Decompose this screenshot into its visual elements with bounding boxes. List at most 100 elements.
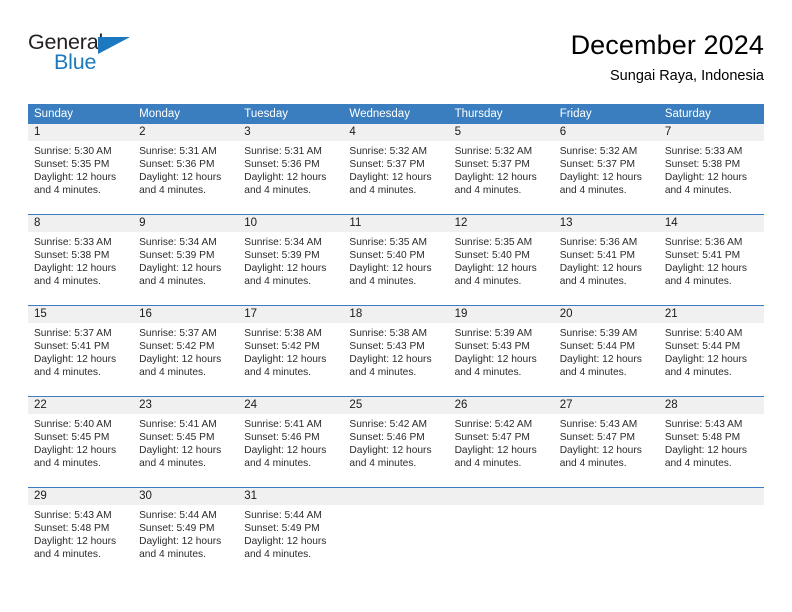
- day-cell[interactable]: Sunrise: 5:42 AM Sunset: 5:46 PM Daylight:…: [343, 414, 448, 487]
- date-number[interactable]: 23: [133, 397, 238, 414]
- daylight-text-line1: Daylight: 12 hours: [349, 263, 432, 275]
- sunrise-text: Sunrise: 5:40 AM: [34, 419, 112, 430]
- date-number[interactable]: 14: [659, 215, 764, 232]
- date-number[interactable]: 6: [554, 124, 659, 141]
- date-number[interactable]: 15: [28, 306, 133, 323]
- date-number[interactable]: 20: [554, 306, 659, 323]
- daylight-text-line2: and 4 minutes.: [349, 185, 417, 197]
- day-cell[interactable]: Sunrise: 5:38 AM Sunset: 5:43 PM Daylight:…: [343, 323, 448, 396]
- sunset-text: Sunset: 5:45 PM: [139, 432, 215, 444]
- date-number[interactable]: 1: [28, 124, 133, 141]
- day-cell[interactable]: Sunrise: 5:40 AM Sunset: 5:44 PM Daylight:…: [659, 323, 764, 396]
- sunset-text: Sunset: 5:44 PM: [664, 341, 741, 353]
- day-cell[interactable]: Sunrise: 5:42 AM Sunset: 5:47 PM Daylight:…: [449, 414, 554, 487]
- day-cell[interactable]: Sunrise: 5:35 AM Sunset: 5:40 PM Daylight:…: [449, 232, 554, 305]
- day-cell[interactable]: Sunrise: 5:43 AM Sunset: 5:48 PM Daylight:…: [28, 505, 133, 578]
- day-cell[interactable]: Sunrise: 5:43 AM Sunset: 5:47 PM Daylight:…: [554, 414, 659, 487]
- day-cell[interactable]: Sunrise: 5:31 AM Sunset: 5:36 PM Daylight:…: [133, 141, 238, 214]
- daylight-text-line1: Daylight: 12 hours: [139, 354, 222, 366]
- daylight-text-line2: and 4 minutes.: [244, 367, 312, 379]
- day-cell[interactable]: Sunrise: 5:35 AM Sunset: 5:40 PM Daylight:…: [343, 232, 448, 305]
- date-number[interactable]: 16: [133, 306, 238, 323]
- day-cell[interactable]: Sunrise: 5:36 AM Sunset: 5:41 PM Daylight:…: [554, 232, 659, 305]
- day-cell[interactable]: Sunrise: 5:38 AM Sunset: 5:42 PM Daylight:…: [238, 323, 343, 396]
- date-number[interactable]: 28: [659, 397, 764, 414]
- date-number[interactable]: 2: [133, 124, 238, 141]
- day-of-week-header-tuesday: Tuesday: [244, 108, 288, 120]
- date-number[interactable]: 26: [449, 397, 554, 414]
- date-number[interactable]: 10: [238, 215, 343, 232]
- day-cell[interactable]: Sunrise: 5:44 AM Sunset: 5:49 PM Daylight:…: [133, 505, 238, 578]
- date-number[interactable]: 7: [659, 124, 764, 141]
- daylight-text-line2: and 4 minutes.: [559, 367, 627, 379]
- date-number[interactable]: 27: [554, 397, 659, 414]
- generalblue-logo: General Blue: [28, 28, 134, 78]
- daylight-text-line1: Daylight: 12 hours: [559, 354, 642, 366]
- daylight-text-line2: and 4 minutes.: [244, 185, 312, 197]
- daylight-text-line1: Daylight: 12 hours: [34, 172, 117, 184]
- calendar-week-row: 8 9 10 11 12 13 14 Sunrise: 5:33 AM Sunset: 5:38…: [28, 214, 764, 305]
- sunrise-text: Sunrise: 5:32 AM: [454, 146, 533, 157]
- sunrise-text: Sunrise: 5:31 AM: [244, 146, 322, 157]
- daylight-text-line1: Daylight: 12 hours: [34, 354, 117, 366]
- sunset-text: Sunset: 5:37 PM: [454, 159, 530, 171]
- day-of-week-header-friday: Friday: [559, 108, 592, 120]
- sunset-text: Sunset: 5:39 PM: [244, 250, 320, 262]
- day-cell[interactable]: Sunrise: 5:40 AM Sunset: 5:45 PM Daylight:…: [28, 414, 133, 487]
- day-cell[interactable]: Sunrise: 5:36 AM Sunset: 5:41 PM Daylight:…: [659, 232, 764, 305]
- sunrise-text: Sunrise: 5:31 AM: [139, 146, 217, 157]
- day-cell[interactable]: Sunrise: 5:33 AM Sunset: 5:38 PM Daylight:…: [28, 232, 133, 305]
- date-number[interactable]: 18: [343, 306, 448, 323]
- day-cell[interactable]: Sunrise: 5:39 AM Sunset: 5:44 PM Daylight:…: [554, 323, 659, 396]
- daylight-text-line2: and 4 minutes.: [559, 458, 627, 470]
- day-of-week-header-wednesday: Wednesday: [349, 108, 410, 120]
- date-number[interactable]: 3: [238, 124, 343, 141]
- date-number[interactable]: 25: [343, 397, 448, 414]
- date-number-empty: [343, 488, 448, 505]
- day-cell[interactable]: Sunrise: 5:31 AM Sunset: 5:36 PM Daylight:…: [238, 141, 343, 214]
- day-cell[interactable]: Sunrise: 5:44 AM Sunset: 5:49 PM Daylight:…: [238, 505, 343, 578]
- sunset-text: Sunset: 5:35 PM: [34, 159, 110, 171]
- date-number[interactable]: 24: [238, 397, 343, 414]
- day-cell[interactable]: Sunrise: 5:32 AM Sunset: 5:37 PM Daylight:…: [343, 141, 448, 214]
- date-number[interactable]: 22: [28, 397, 133, 414]
- day-of-week-header-thursday: Thursday: [454, 108, 503, 120]
- date-number[interactable]: 17: [238, 306, 343, 323]
- sunset-text: Sunset: 5:37 PM: [349, 159, 425, 171]
- date-number[interactable]: 8: [28, 215, 133, 232]
- day-cell[interactable]: Sunrise: 5:37 AM Sunset: 5:41 PM Daylight:…: [28, 323, 133, 396]
- day-cell[interactable]: Sunrise: 5:37 AM Sunset: 5:42 PM Daylight:…: [133, 323, 238, 396]
- daylight-text-line2: and 4 minutes.: [664, 458, 732, 470]
- sunset-text: Sunset: 5:41 PM: [559, 250, 636, 262]
- week-detail-row: Sunrise: 5:43 AM Sunset: 5:48 PM Daylight:…: [28, 505, 764, 578]
- day-cell[interactable]: Sunrise: 5:43 AM Sunset: 5:48 PM Daylight:…: [659, 414, 764, 487]
- date-number[interactable]: 4: [343, 124, 448, 141]
- day-cell[interactable]: Sunrise: 5:41 AM Sunset: 5:46 PM Daylight:…: [238, 414, 343, 487]
- daylight-text-line1: Daylight: 12 hours: [244, 354, 327, 366]
- date-number[interactable]: 11: [343, 215, 448, 232]
- date-number[interactable]: 21: [659, 306, 764, 323]
- day-cell-empty: [554, 505, 659, 578]
- date-number[interactable]: 13: [554, 215, 659, 232]
- day-cell[interactable]: Sunrise: 5:33 AM Sunset: 5:38 PM Daylight:…: [659, 141, 764, 214]
- day-cell[interactable]: Sunrise: 5:34 AM Sunset: 5:39 PM Daylight:…: [238, 232, 343, 305]
- date-number[interactable]: 19: [449, 306, 554, 323]
- week-detail-row: Sunrise: 5:33 AM Sunset: 5:38 PM Daylight:…: [28, 232, 764, 305]
- day-cell[interactable]: Sunrise: 5:32 AM Sunset: 5:37 PM Daylight:…: [449, 141, 554, 214]
- date-number[interactable]: 29: [28, 488, 133, 505]
- date-number[interactable]: 31: [238, 488, 343, 505]
- day-cell[interactable]: Sunrise: 5:39 AM Sunset: 5:43 PM Daylight:…: [449, 323, 554, 396]
- day-cell[interactable]: Sunrise: 5:32 AM Sunset: 5:37 PM Daylight:…: [554, 141, 659, 214]
- logo-triangle-icon: [98, 37, 130, 54]
- date-number[interactable]: 9: [133, 215, 238, 232]
- date-number[interactable]: 12: [449, 215, 554, 232]
- day-cell[interactable]: Sunrise: 5:30 AM Sunset: 5:35 PM Daylight:…: [28, 141, 133, 214]
- date-number[interactable]: 5: [449, 124, 554, 141]
- week-date-number-band: 15 16 17 18 19 20 21: [28, 306, 764, 323]
- day-of-week-header-row: Sunday Monday Tuesday Wednesday Thursday Frid…: [28, 104, 764, 124]
- day-cell[interactable]: Sunrise: 5:41 AM Sunset: 5:45 PM Daylight:…: [133, 414, 238, 487]
- date-number[interactable]: 30: [133, 488, 238, 505]
- sunrise-text: Sunrise: 5:40 AM: [664, 328, 743, 339]
- daylight-text-line2: and 4 minutes.: [349, 367, 417, 379]
- day-cell[interactable]: Sunrise: 5:34 AM Sunset: 5:39 PM Daylight:…: [133, 232, 238, 305]
